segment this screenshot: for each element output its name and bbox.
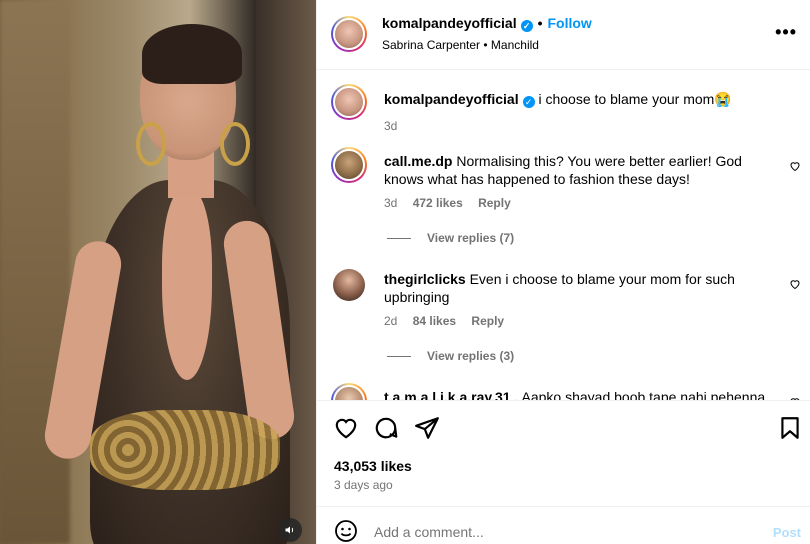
replies-divider xyxy=(387,356,411,358)
view-replies-label: View replies (3) xyxy=(427,349,515,363)
comment-likes[interactable]: 472 likes xyxy=(413,196,463,210)
comment-item: thegirlclicks Even i choose to blame you… xyxy=(317,267,810,367)
comment-username[interactable]: t.a.m.a.l.i.k.a.ray.31 . xyxy=(384,389,518,400)
comment-item: t.a.m.a.l.i.k.a.ray.31 . Aapko shayad bo… xyxy=(317,383,810,400)
caption-text-block: komalpandeyofficial ✓ i choose to blame y… xyxy=(384,90,779,108)
view-replies-label: View replies (7) xyxy=(427,231,515,245)
audio-link[interactable]: Sabrina Carpenter • Manchild xyxy=(382,38,539,52)
post-date: 3 days ago xyxy=(334,478,393,492)
comment-avatar[interactable] xyxy=(331,147,367,183)
comment-bubble-icon[interactable] xyxy=(373,415,399,441)
comment-text-block: call.me.dp Normalising this? You were be… xyxy=(384,152,779,188)
share-send-icon[interactable] xyxy=(414,415,440,441)
emoji-picker-icon[interactable] xyxy=(334,519,358,543)
follow-button[interactable]: Follow xyxy=(548,15,592,31)
media-person-figure xyxy=(41,24,298,544)
comment-time[interactable]: 2d xyxy=(384,314,397,328)
comment-avatar[interactable] xyxy=(333,269,365,301)
caption-meta: 3d xyxy=(384,119,409,133)
view-replies-button[interactable]: View replies (7) xyxy=(387,231,514,245)
comment-reply-button[interactable]: Reply xyxy=(471,314,504,328)
comment-text-block: t.a.m.a.l.i.k.a.ray.31 . Aapko shayad bo… xyxy=(384,388,779,400)
save-bookmark-icon[interactable] xyxy=(777,415,803,441)
comment-composer: Post xyxy=(317,506,810,544)
comment-item: call.me.dp Normalising this? You were be… xyxy=(317,147,810,247)
post-actions: 43,053 likes 3 days ago xyxy=(317,400,810,506)
comment-username[interactable]: call.me.dp xyxy=(384,153,452,169)
comment-meta: 3d 472 likes Reply xyxy=(384,196,523,210)
like-comment-heart-icon[interactable] xyxy=(789,278,801,290)
comment-reply-button[interactable]: Reply xyxy=(478,196,511,210)
author-username[interactable]: komalpandeyofficial xyxy=(382,15,517,31)
post-details-panel: komalpandeyofficial ✓ • Follow Sabrina Carp… xyxy=(316,0,810,544)
like-heart-icon[interactable] xyxy=(333,415,359,441)
verified-badge-icon: ✓ xyxy=(522,96,535,108)
verified-badge-icon: ✓ xyxy=(520,20,533,32)
like-comment-heart-icon[interactable] xyxy=(789,160,801,172)
post-media-video[interactable] xyxy=(0,0,316,544)
comment-username[interactable]: thegirlclicks xyxy=(384,271,466,287)
replies-divider xyxy=(387,238,411,240)
caption-username[interactable]: komalpandeyofficial xyxy=(384,91,519,107)
audio-toggle-button[interactable] xyxy=(278,518,302,542)
comment-avatar[interactable] xyxy=(331,383,367,400)
comment-text-block: thegirlclicks Even i choose to blame you… xyxy=(384,270,779,306)
add-comment-input[interactable] xyxy=(374,524,734,540)
post-header: komalpandeyofficial ✓ • Follow Sabrina Carp… xyxy=(317,0,810,70)
like-count[interactable]: 43,053 likes xyxy=(334,458,412,474)
more-options-icon[interactable]: ••• xyxy=(775,22,797,43)
comment-text: Aapko shayad boob tape nahi pehenna xyxy=(521,389,766,400)
comment-likes[interactable]: 84 likes xyxy=(413,314,456,328)
comment-time[interactable]: 3d xyxy=(384,196,397,210)
separator-dot: • xyxy=(537,15,543,31)
author-avatar[interactable] xyxy=(331,16,367,52)
post-comment-button[interactable]: Post xyxy=(773,525,801,540)
caption-row: komalpandeyofficial ✓ i choose to blame y… xyxy=(317,84,810,144)
caption-text: i choose to blame your mom😭 xyxy=(538,91,732,107)
author-line: komalpandeyofficial ✓ • Follow xyxy=(382,15,592,32)
caption-time[interactable]: 3d xyxy=(384,119,397,133)
speaker-icon xyxy=(285,526,294,534)
caption-avatar[interactable] xyxy=(331,84,367,120)
comments-list[interactable]: komalpandeyofficial ✓ i choose to blame y… xyxy=(317,71,810,400)
view-replies-button[interactable]: View replies (3) xyxy=(387,349,514,363)
comment-meta: 2d 84 likes Reply xyxy=(384,314,516,328)
